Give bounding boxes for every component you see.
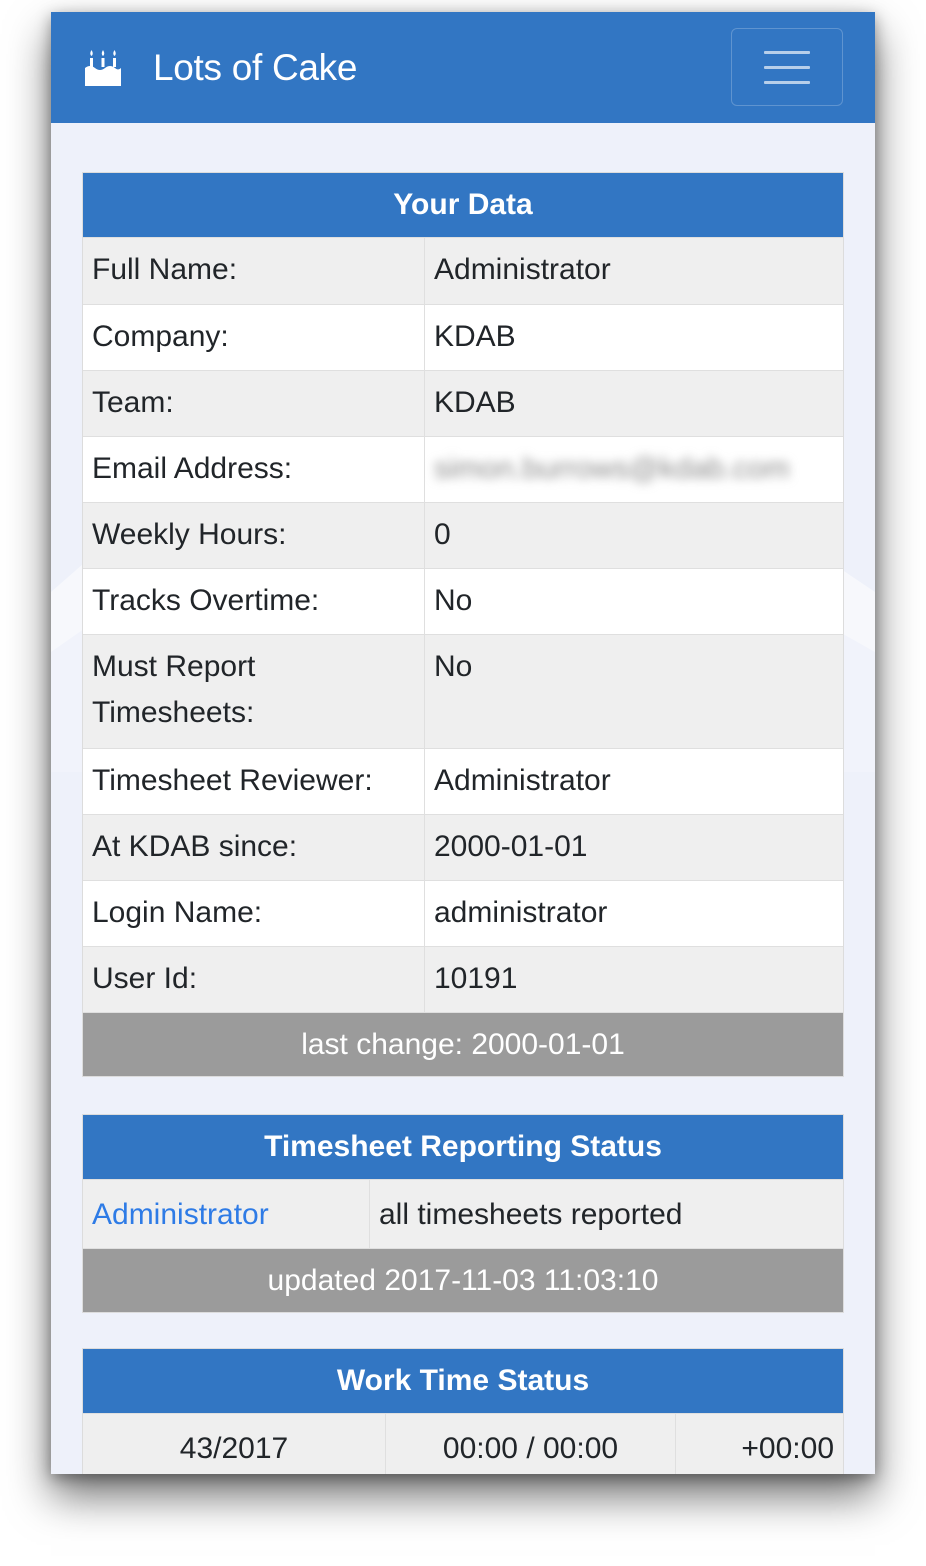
hamburger-menu-icon bbox=[764, 66, 810, 69]
user-cell: Administrator bbox=[83, 1180, 370, 1248]
row-label: At KDAB since: bbox=[83, 815, 425, 880]
row-label: Tracks Overtime: bbox=[83, 569, 425, 634]
row-value: KDAB bbox=[434, 386, 516, 419]
email-text: simon.burrows@kdab.com bbox=[434, 452, 790, 485]
week-cell: 43/2017 bbox=[83, 1414, 386, 1474]
table-row: 43/2017 00:00 / 00:00 +00:00 bbox=[83, 1413, 843, 1474]
your-data-title: Your Data bbox=[83, 173, 843, 237]
row-value: KDAB bbox=[434, 320, 516, 353]
table-row: User Id: 10191 bbox=[83, 946, 843, 1012]
row-label: Must Report Timesheets: bbox=[83, 635, 425, 748]
row-value: No bbox=[434, 584, 473, 617]
table-row: Must Report Timesheets: No bbox=[83, 634, 843, 748]
cake-icon bbox=[85, 50, 121, 86]
work-time-status-panel: Work Time Status 43/2017 00:00 / 00:00 +… bbox=[82, 1348, 844, 1474]
table-row: Email Address: simon.burrows@kdab.com bbox=[83, 436, 843, 502]
navbar: Lots of Cake bbox=[51, 12, 875, 123]
table-row: Timesheet Reviewer: Administrator bbox=[83, 748, 843, 814]
row-value: Administrator bbox=[434, 253, 611, 286]
row-value: 0 bbox=[434, 518, 451, 551]
table-row: Login Name: administrator bbox=[83, 880, 843, 946]
table-row: Full Name: Administrator bbox=[83, 237, 843, 304]
row-label: Email Address: bbox=[83, 437, 425, 502]
table-row: Weekly Hours: 0 bbox=[83, 502, 843, 568]
row-label: Timesheet Reviewer: bbox=[83, 749, 425, 814]
row-value: 2000-01-01 bbox=[434, 830, 588, 863]
hamburger-menu-icon bbox=[764, 51, 810, 54]
table-row: Company: KDAB bbox=[83, 304, 843, 370]
app-window: Lots of Cake Your Data Full Name: Admini… bbox=[51, 12, 875, 1474]
row-label: Team: bbox=[83, 371, 425, 436]
hours-cell: 00:00 / 00:00 bbox=[386, 1414, 676, 1474]
status-cell: all timesheets reported bbox=[379, 1198, 683, 1231]
table-row: Administrator all timesheets reported bbox=[83, 1179, 843, 1248]
row-value: Administrator bbox=[434, 764, 611, 797]
table-row: At KDAB since: 2000-01-01 bbox=[83, 814, 843, 880]
hamburger-menu-button[interactable] bbox=[731, 28, 843, 106]
table-row: Tracks Overtime: No bbox=[83, 568, 843, 634]
updated-footer: updated 2017-11-03 11:03:10 bbox=[83, 1248, 843, 1312]
row-label: User Id: bbox=[83, 947, 425, 1012]
row-value: 10191 bbox=[434, 962, 518, 995]
timesheet-status-title: Timesheet Reporting Status bbox=[83, 1115, 843, 1179]
timesheet-status-panel: Timesheet Reporting Status Administrator… bbox=[82, 1114, 844, 1313]
user-link[interactable]: Administrator bbox=[92, 1198, 269, 1231]
email-value: simon.burrows@kdab.com bbox=[425, 437, 843, 502]
row-label: Login Name: bbox=[83, 881, 425, 946]
row-label: Company: bbox=[83, 305, 425, 370]
row-value: administrator bbox=[434, 896, 608, 929]
row-label: Full Name: bbox=[83, 238, 425, 304]
row-label: Weekly Hours: bbox=[83, 503, 425, 568]
hamburger-menu-icon bbox=[764, 81, 810, 84]
your-data-panel: Your Data Full Name: Administrator Compa… bbox=[82, 172, 844, 1077]
row-value: No bbox=[434, 650, 473, 683]
table-row: Team: KDAB bbox=[83, 370, 843, 436]
work-time-status-title: Work Time Status bbox=[83, 1349, 843, 1413]
brand[interactable]: Lots of Cake bbox=[81, 42, 357, 94]
app-title: Lots of Cake bbox=[153, 47, 358, 88]
balance-cell: +00:00 bbox=[741, 1432, 834, 1465]
last-change-footer: last change: 2000-01-01 bbox=[83, 1012, 843, 1076]
